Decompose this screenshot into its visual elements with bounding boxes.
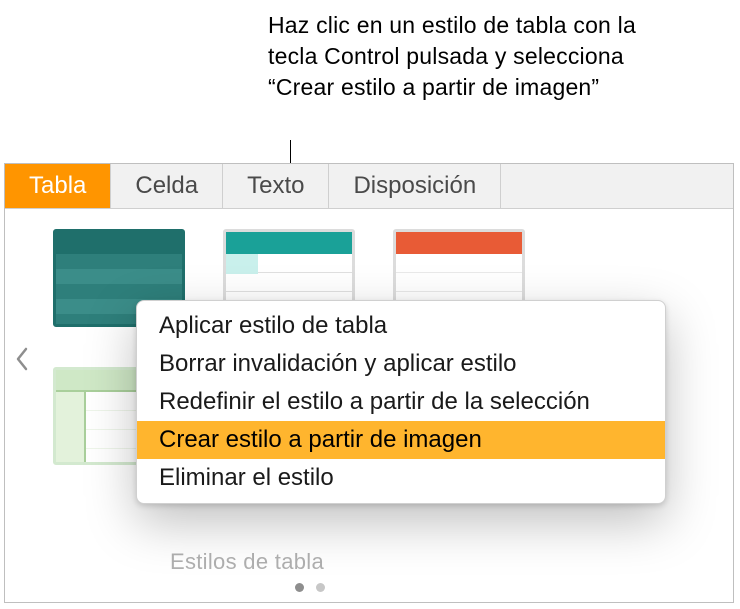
- tab-texto[interactable]: Texto: [223, 164, 329, 208]
- tab-disposicion[interactable]: Disposición: [329, 164, 501, 208]
- styles-pager: [295, 583, 325, 592]
- chevron-left-icon: [15, 347, 29, 371]
- tab-bar-filler: [501, 164, 733, 208]
- inspector-tab-bar: Tabla Celda Texto Disposición: [5, 164, 733, 209]
- menu-delete-style[interactable]: Eliminar el estilo: [137, 459, 665, 497]
- styles-prev-page-button[interactable]: [11, 339, 33, 379]
- menu-clear-overrides[interactable]: Borrar invalidación y aplicar estilo: [137, 345, 665, 383]
- menu-create-from-image[interactable]: Crear estilo a partir de imagen: [137, 421, 665, 459]
- tab-celda[interactable]: Celda: [111, 164, 223, 208]
- menu-redefine-from-selection[interactable]: Redefinir el estilo a partir de la selec…: [137, 383, 665, 421]
- pager-dot-1[interactable]: [295, 583, 304, 592]
- styles-section-label: Estilos de tabla: [170, 549, 324, 575]
- callout-text: Haz clic en un estilo de tabla con la te…: [268, 10, 648, 103]
- table-style-context-menu: Aplicar estilo de tabla Borrar invalidac…: [136, 300, 666, 504]
- pager-dot-2[interactable]: [316, 583, 325, 592]
- menu-apply-style[interactable]: Aplicar estilo de tabla: [137, 307, 665, 345]
- tab-tabla[interactable]: Tabla: [5, 164, 111, 208]
